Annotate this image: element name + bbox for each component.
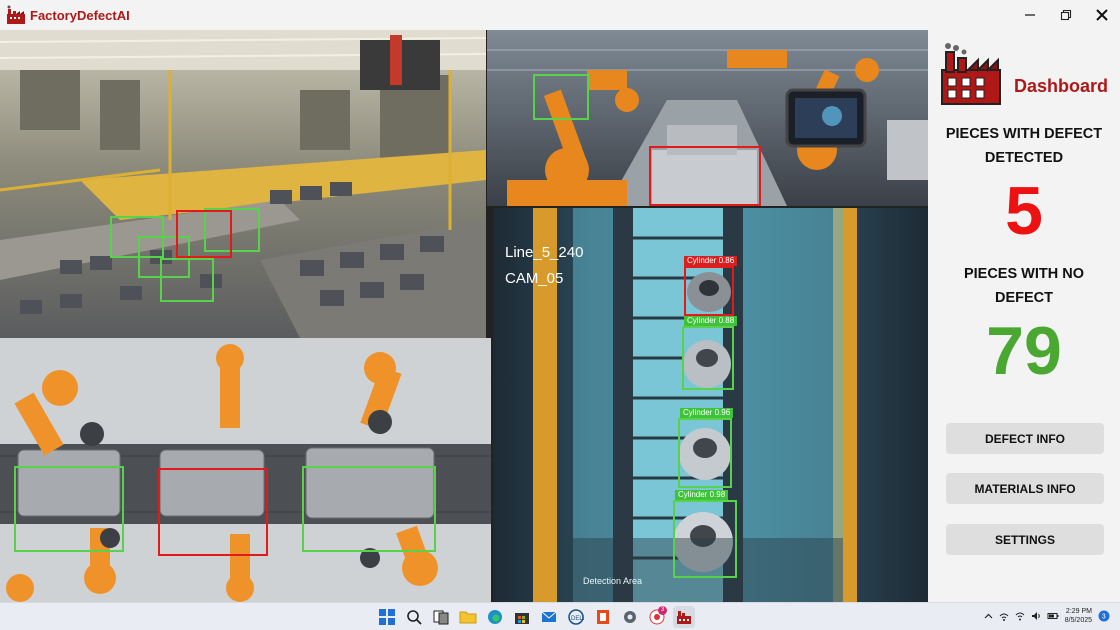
close-icon (1096, 9, 1108, 21)
factory-logo-icon (941, 43, 1001, 105)
gear-icon (624, 611, 636, 623)
folder-icon (459, 611, 477, 624)
minimize-button[interactable] (1012, 0, 1048, 30)
restore-icon (1060, 9, 1072, 21)
title-bar: FactoryDefectAI (0, 0, 1120, 30)
search-button[interactable] (403, 606, 425, 628)
settings-button[interactable]: SETTINGS (946, 524, 1104, 555)
camera-feed-4[interactable]: Line_5_240 CAM_05 Cylinder 0.86 Cylinder… (493, 208, 928, 602)
notification-badge: 3 (658, 606, 667, 615)
file-explorer-button[interactable] (457, 606, 479, 628)
defect-box (649, 146, 761, 206)
detection-box (160, 258, 214, 302)
svg-text:DELL: DELL (571, 616, 584, 622)
factory-floor-image (0, 30, 486, 338)
taskbar-apps: DELL 3 (376, 606, 695, 628)
detection-box (14, 466, 124, 552)
defect-box (176, 210, 232, 258)
battery-icon[interactable] (1047, 611, 1059, 621)
taskbar-clock[interactable]: 2:29 PM 8/5/2025 (1065, 607, 1092, 625)
detection-box (682, 326, 734, 390)
dell-icon: DELL (568, 609, 584, 625)
office-button[interactable] (592, 606, 614, 628)
mail-button[interactable] (538, 606, 560, 628)
camera-feed-3[interactable] (0, 338, 491, 602)
chevron-up-icon[interactable] (984, 612, 993, 621)
detection-box (678, 418, 732, 488)
defect-info-button[interactable]: DEFECT INFO (946, 423, 1104, 454)
edge-icon (488, 610, 502, 624)
camera-feed-1[interactable] (0, 30, 486, 338)
factory-logo-icon (7, 5, 25, 24)
no-defect-count-label: PIECES WITH NO DEFECT (963, 266, 1085, 306)
volume-icon[interactable] (1031, 611, 1041, 621)
task-view-button[interactable] (430, 606, 452, 628)
chat-app-button[interactable]: 3 (646, 606, 668, 628)
no-defect-count-value: 79 (986, 313, 1062, 389)
defect-box (158, 468, 268, 556)
detection-box (533, 74, 589, 120)
taskbar: DELL 3 2:29 PM 8/5/2025 3 (0, 602, 1120, 630)
mail-icon (541, 611, 557, 622)
svg-text:3: 3 (1102, 614, 1106, 621)
close-button[interactable] (1084, 0, 1120, 30)
restore-button[interactable] (1048, 0, 1084, 30)
store-icon (515, 613, 529, 624)
task-view-icon (433, 610, 449, 625)
factory-app-button[interactable] (673, 606, 695, 628)
materials-info-button[interactable]: MATERIALS INFO (946, 473, 1104, 504)
dashboard-title: Dashboard (1014, 76, 1109, 96)
clock-time: 2:29 PM (1065, 608, 1092, 615)
defect-count-value: 5 (1005, 173, 1043, 249)
dell-button[interactable]: DELL (565, 606, 587, 628)
detection-label: Cylinder 0.88 (684, 316, 738, 326)
clock-date: 8/5/2025 (1064, 617, 1092, 624)
edge-button[interactable] (484, 606, 506, 628)
notifications-icon[interactable]: 3 (1098, 610, 1110, 622)
store-button[interactable] (511, 606, 533, 628)
detection-box (673, 500, 737, 578)
search-icon (407, 610, 422, 625)
defect-box (684, 266, 734, 316)
detection-label: Cylinder 0.96 (680, 408, 734, 418)
settings-app-button[interactable] (619, 606, 641, 628)
camera-line-id: Line_5_240 (505, 244, 584, 261)
factory-logo-icon (677, 611, 691, 624)
detection-area-label: Detection Area (583, 576, 643, 586)
start-button[interactable] (376, 606, 398, 628)
wifi-icon[interactable] (1015, 611, 1025, 621)
minimize-icon (1025, 14, 1035, 16)
office-icon (597, 610, 609, 624)
app-title: FactoryDefectAI (30, 7, 130, 23)
camera-feed-grid: Line_5_240 CAM_05 Cylinder 0.86 Cylinder… (0, 30, 928, 602)
window-controls (1012, 0, 1120, 30)
windows-icon (379, 609, 395, 625)
dashboard-panel: Dashboard PIECES WITH DEFECT DETECTED 5 … (928, 30, 1120, 602)
network-icon[interactable] (999, 611, 1009, 621)
system-tray: 2:29 PM 8/5/2025 3 (984, 607, 1110, 625)
camera-id: CAM_05 (505, 270, 564, 287)
camera-feed-2[interactable] (487, 30, 928, 206)
defect-count-label: PIECES WITH DEFECT DETECTED (945, 126, 1103, 166)
detection-label: Cylinder 0.86 (684, 256, 738, 266)
detection-box (302, 466, 436, 552)
detection-label: Cylinder 0.98 (675, 490, 729, 500)
